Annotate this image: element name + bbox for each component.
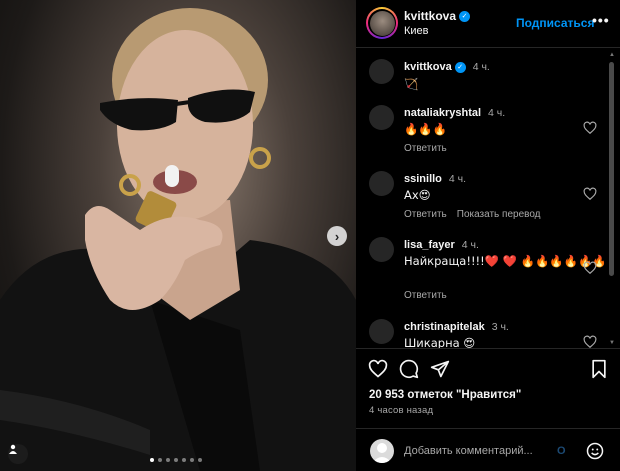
author-avatar[interactable] (366, 7, 398, 39)
comment-text: Ах😍 (404, 188, 431, 202)
heart-icon[interactable] (583, 261, 597, 275)
carousel-dot (166, 458, 170, 462)
reply-button[interactable]: Ответить (404, 290, 447, 301)
comment-input[interactable] (404, 442, 554, 460)
paper-plane-icon[interactable] (430, 359, 450, 379)
post-photo[interactable]: › (0, 0, 356, 471)
comment-text: Найкраща!!!!❤️ ❤️ 🔥🔥🔥🔥🔥🔥 (404, 254, 607, 268)
comment-text: Шикарна 😍 (404, 336, 476, 348)
reply-button[interactable]: Ответить (404, 143, 447, 154)
comment-time[interactable]: 4 ч. (462, 239, 479, 251)
next-slide-button[interactable]: › (327, 226, 347, 246)
caption-text: 🏹 (404, 77, 419, 91)
post-side-panel: kvittkova ✓ Киев Подписаться ••• kvittko… (356, 0, 620, 471)
carousel-dot (150, 458, 154, 462)
user-icon (9, 444, 17, 454)
avatar[interactable] (369, 319, 394, 344)
comments-list[interactable]: kvittkova ✓ 4 ч. 🏹 nataliakryshtal 4 ч. … (356, 49, 620, 348)
follow-button[interactable]: Подписаться (516, 16, 594, 30)
avatar[interactable] (369, 237, 394, 262)
post-location[interactable]: Киев (404, 25, 429, 37)
post-actions: 20 953 отметок "Нравится" 4 часов назад (356, 348, 620, 438)
comment-text: 🔥🔥🔥 (404, 122, 447, 136)
likes-count[interactable]: 20 953 отметок "Нравится" (369, 389, 521, 401)
scrollbar-thumb[interactable] (609, 62, 614, 276)
carousel-dot (174, 458, 178, 462)
comment-username[interactable]: nataliakryshtal (404, 107, 481, 119)
verified-badge-icon: ✓ (459, 10, 471, 22)
avatar[interactable] (369, 59, 394, 84)
author-username[interactable]: kvittkova ✓ (404, 9, 471, 23)
heart-icon[interactable] (583, 187, 597, 201)
current-user-avatar[interactable] (370, 439, 394, 463)
author-username-label[interactable]: kvittkova (404, 9, 456, 23)
avatar[interactable] (369, 171, 394, 196)
comment-icon[interactable] (399, 359, 419, 379)
comment-time[interactable]: 4 ч. (449, 173, 466, 185)
heart-icon[interactable] (583, 335, 597, 348)
add-comment-bar: О (356, 428, 620, 471)
comment-username[interactable]: ssinillo (404, 173, 442, 185)
show-translation-button[interactable]: Показать перевод (457, 209, 541, 220)
publish-button[interactable]: О (557, 445, 566, 457)
more-options-icon[interactable]: ••• (592, 12, 610, 28)
bookmark-icon[interactable] (590, 359, 608, 379)
comment-username[interactable]: christinapitelak (404, 321, 485, 333)
post-header: kvittkova ✓ Киев Подписаться ••• (356, 0, 620, 48)
post-time[interactable]: 4 часов назад (369, 405, 433, 416)
carousel-dot (182, 458, 186, 462)
heart-icon[interactable] (583, 121, 597, 135)
reply-button[interactable]: Ответить (404, 209, 447, 220)
carousel-dot (190, 458, 194, 462)
caption-username[interactable]: kvittkova (404, 61, 452, 73)
comment-username[interactable]: lisa_fayer (404, 239, 455, 251)
heart-icon[interactable] (368, 359, 388, 379)
scroll-up-icon[interactable]: ▲ (609, 52, 615, 58)
carousel-dot (198, 458, 202, 462)
caption-time[interactable]: 4 ч. (473, 61, 490, 73)
smiley-icon[interactable] (586, 442, 604, 460)
chevron-right-icon: › (334, 228, 340, 244)
scroll-down-icon[interactable]: ▼ (609, 340, 615, 346)
tagged-users-button[interactable] (8, 444, 28, 464)
comment-time[interactable]: 4 ч. (488, 107, 505, 119)
verified-badge-icon: ✓ (454, 61, 466, 73)
comment-time[interactable]: 3 ч. (492, 321, 509, 333)
portrait-illustration (0, 8, 356, 471)
carousel-dot (158, 458, 162, 462)
carousel-indicator (150, 458, 202, 462)
avatar[interactable] (369, 105, 394, 130)
comments-scrollbar[interactable]: ▲ ▼ (609, 52, 615, 346)
